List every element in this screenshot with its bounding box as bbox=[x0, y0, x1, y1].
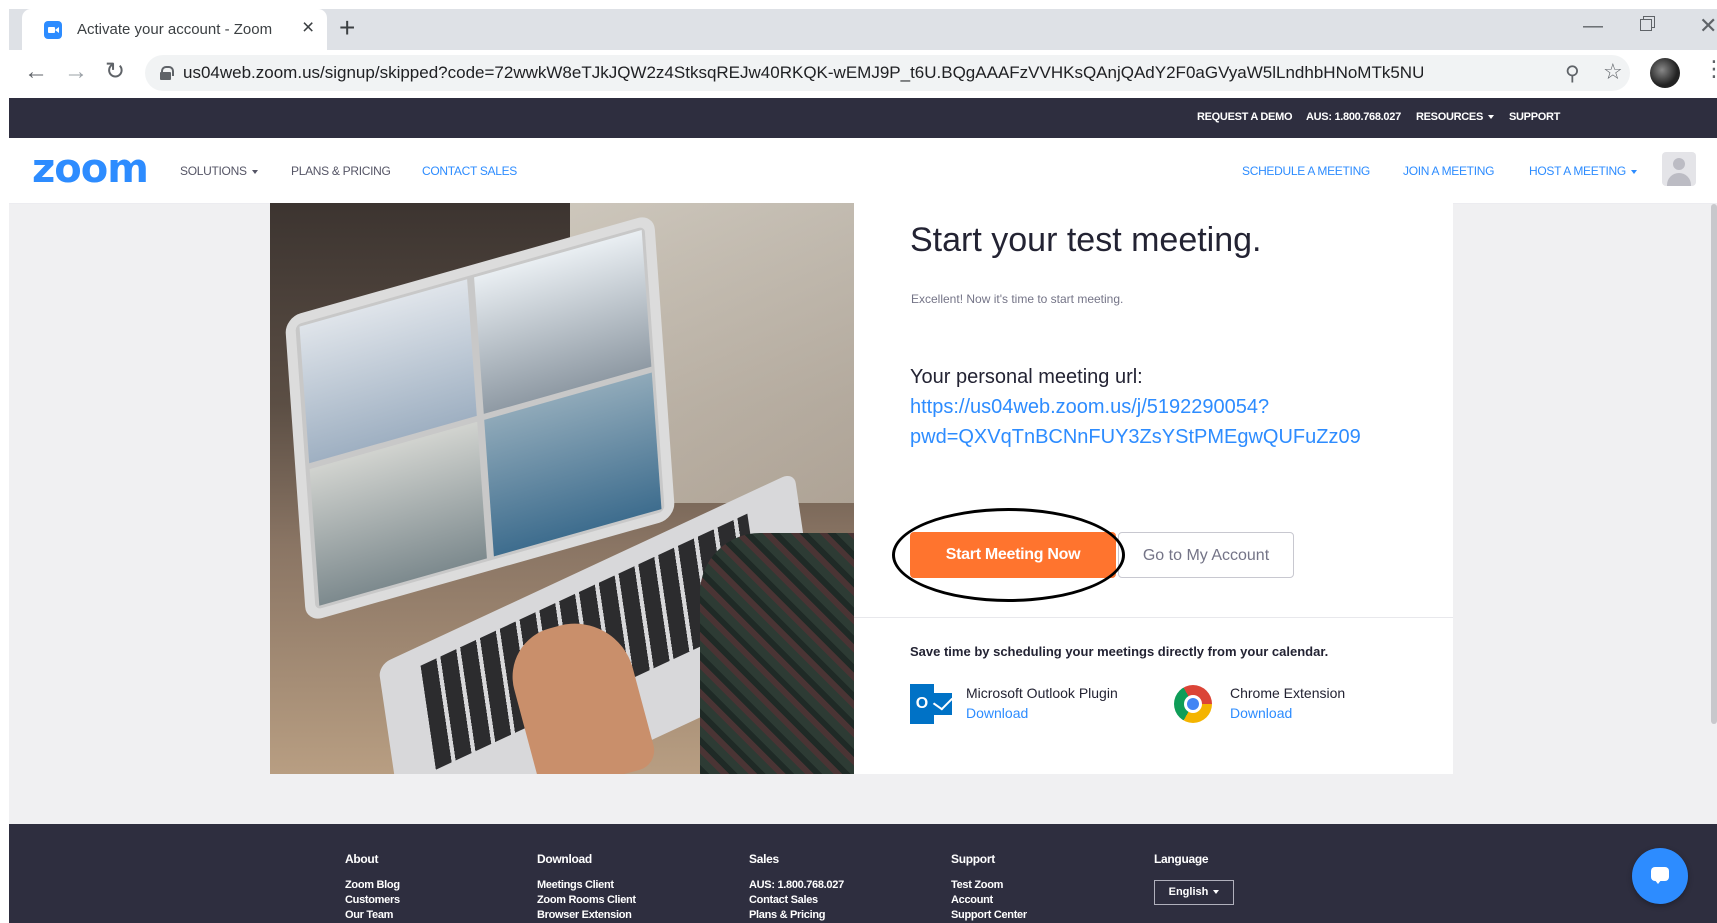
resources-label: RESOURCES bbox=[1416, 111, 1483, 123]
browser-toolbar: ← → ↻ us04web.zoom.us/signup/skipped?cod… bbox=[9, 50, 1717, 98]
outlook-icon: O bbox=[910, 684, 952, 724]
footer-link[interactable]: AUS: 1.800.768.027 bbox=[749, 879, 844, 891]
chrome-extension-name: Chrome Extension bbox=[1230, 685, 1346, 701]
footer-support-heading: Support bbox=[951, 852, 995, 866]
restore-icon[interactable] bbox=[1640, 16, 1655, 31]
solutions-label: SOLUTIONS bbox=[180, 164, 247, 178]
page-scrollbar[interactable] bbox=[1711, 204, 1717, 724]
start-meeting-button[interactable]: Start Meeting Now bbox=[910, 532, 1116, 578]
join-meeting-link[interactable]: JOIN A MEETING bbox=[1403, 164, 1494, 178]
footer-sales-heading: Sales bbox=[749, 852, 779, 866]
chrome-download-link[interactable]: Download bbox=[1230, 705, 1292, 721]
tab-title: Activate your account - Zoom bbox=[77, 21, 273, 38]
footer: About Zoom Blog Customers Our Team Downl… bbox=[9, 824, 1717, 923]
bookmark-star-icon[interactable]: ☆ bbox=[1603, 59, 1623, 85]
zoom-magnifier-icon[interactable]: ⚲ bbox=[1565, 61, 1580, 86]
meeting-url-label: Your personal meeting url: bbox=[910, 366, 1143, 388]
url-text[interactable]: us04web.zoom.us/signup/skipped?code=72ww… bbox=[183, 63, 1423, 83]
reload-icon[interactable]: ↻ bbox=[105, 59, 125, 85]
page-title: Start your test meeting. bbox=[910, 221, 1262, 259]
footer-link[interactable]: Plans & Pricing bbox=[749, 909, 826, 921]
language-select[interactable]: English bbox=[1154, 880, 1234, 905]
footer-link[interactable]: Customers bbox=[345, 894, 400, 906]
hero-person-shirt bbox=[700, 533, 854, 774]
chevron-down-icon bbox=[1213, 890, 1220, 895]
plans-pricing-link[interactable]: PLANS & PRICING bbox=[291, 164, 391, 178]
host-meeting-menu[interactable]: HOST A MEETING bbox=[1529, 164, 1637, 178]
footer-download-heading: Download bbox=[537, 852, 592, 866]
chrome-icon bbox=[1174, 685, 1212, 723]
footer-link[interactable]: Contact Sales bbox=[749, 894, 818, 906]
phone-number-link[interactable]: AUS: 1.800.768.027 bbox=[1306, 111, 1401, 123]
minimize-icon[interactable]: — bbox=[1583, 15, 1603, 38]
footer-link[interactable]: Account bbox=[951, 894, 993, 906]
chat-bubble-icon[interactable] bbox=[1632, 848, 1688, 904]
outlook-envelope-icon bbox=[932, 693, 952, 715]
forward-arrow-icon[interactable]: → bbox=[64, 59, 88, 85]
zoom-logo[interactable]: zoom bbox=[32, 146, 149, 192]
meeting-url-link-continued[interactable]: pwd=QXVqTnBCNnFUY3ZsYStPMEgwQUFuZz09 bbox=[910, 426, 1361, 449]
chevron-down-icon bbox=[1630, 169, 1637, 174]
footer-link[interactable]: Browser Extension bbox=[537, 909, 632, 921]
chevron-down-icon bbox=[1487, 115, 1494, 120]
test-meeting-card: Start your test meeting. Excellent! Now … bbox=[854, 203, 1453, 774]
meeting-url-link[interactable]: https://us04web.zoom.us/j/5192290054? bbox=[910, 396, 1269, 419]
resources-menu[interactable]: RESOURCES bbox=[1416, 111, 1494, 123]
browser-profile-avatar[interactable] bbox=[1650, 58, 1680, 88]
footer-link[interactable]: Zoom Blog bbox=[345, 879, 400, 891]
outlook-download-link[interactable]: Download bbox=[966, 705, 1028, 721]
zoom-top-bar: REQUEST A DEMO AUS: 1.800.768.027 RESOUR… bbox=[9, 98, 1717, 138]
window-close-icon[interactable]: ✕ bbox=[1699, 13, 1717, 39]
user-avatar[interactable] bbox=[1662, 152, 1696, 186]
footer-about-heading: About bbox=[345, 852, 379, 866]
address-bar[interactable]: us04web.zoom.us/signup/skipped?code=72ww… bbox=[145, 55, 1630, 91]
divider bbox=[854, 617, 1453, 618]
solutions-menu[interactable]: SOLUTIONS bbox=[180, 164, 258, 178]
support-link[interactable]: SUPPORT bbox=[1509, 111, 1560, 123]
outlook-letter: O bbox=[910, 684, 934, 724]
footer-link[interactable]: Support Center bbox=[951, 909, 1027, 921]
footer-language-heading: Language bbox=[1154, 852, 1209, 866]
hero-video-call-photo bbox=[270, 203, 854, 774]
footer-link[interactable]: Zoom Rooms Client bbox=[537, 894, 636, 906]
go-to-account-button[interactable]: Go to My Account bbox=[1118, 532, 1294, 578]
calendar-promo-text: Save time by scheduling your meetings di… bbox=[910, 644, 1329, 659]
zoom-favicon-icon bbox=[44, 21, 62, 39]
new-tab-icon[interactable]: + bbox=[339, 13, 355, 43]
browser-menu-icon[interactable]: ⋮ bbox=[1703, 56, 1717, 82]
chevron-down-icon bbox=[251, 169, 258, 174]
tab-close-icon[interactable]: × bbox=[302, 16, 314, 40]
browser-tab-bar: Activate your account - Zoom × + — ✕ bbox=[9, 9, 1717, 50]
footer-link[interactable]: Our Team bbox=[345, 909, 393, 921]
zoom-main-nav: zoom SOLUTIONS PLANS & PRICING CONTACT S… bbox=[9, 138, 1717, 204]
language-selected: English bbox=[1168, 886, 1209, 898]
request-demo-link[interactable]: REQUEST A DEMO bbox=[1197, 111, 1293, 123]
back-arrow-icon[interactable]: ← bbox=[24, 59, 48, 85]
outlook-plugin-name: Microsoft Outlook Plugin bbox=[966, 685, 1118, 701]
host-meeting-label: HOST A MEETING bbox=[1529, 164, 1626, 178]
lock-icon[interactable] bbox=[160, 66, 174, 80]
browser-tab[interactable]: Activate your account - Zoom × bbox=[22, 9, 327, 50]
subtitle-text: Excellent! Now it's time to start meetin… bbox=[911, 292, 1124, 306]
footer-link[interactable]: Meetings Client bbox=[537, 879, 614, 891]
footer-link[interactable]: Test Zoom bbox=[951, 879, 1003, 891]
schedule-meeting-link[interactable]: SCHEDULE A MEETING bbox=[1242, 164, 1370, 178]
contact-sales-link[interactable]: CONTACT SALES bbox=[422, 164, 517, 178]
